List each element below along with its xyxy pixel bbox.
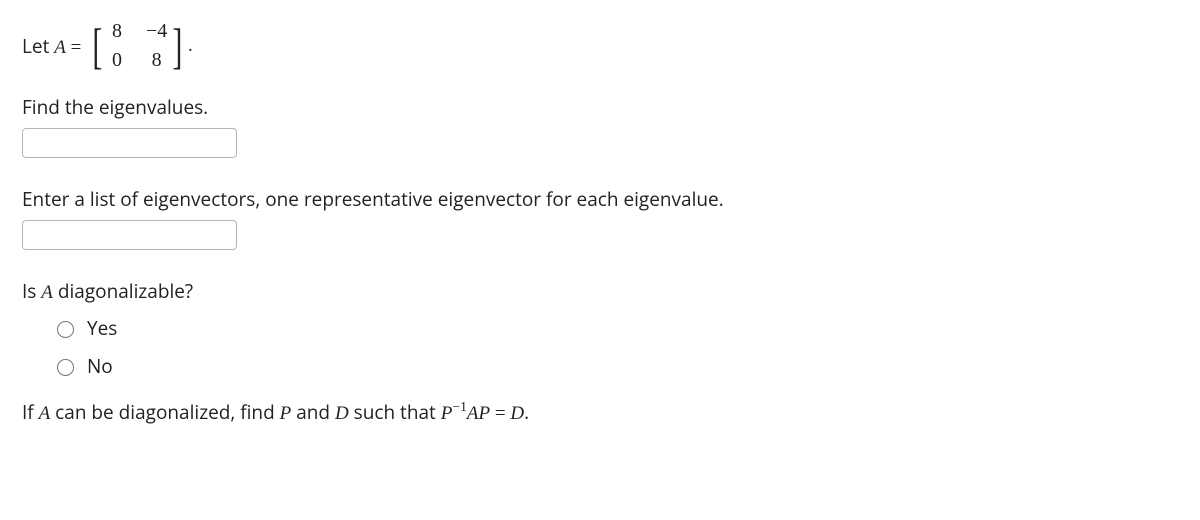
matrix-cell: −4 <box>146 20 167 43</box>
radio-no[interactable] <box>57 359 74 376</box>
matrix-cell: 8 <box>146 49 167 72</box>
eigenvectors-input[interactable] <box>22 220 237 250</box>
equals-sign: = <box>66 37 81 58</box>
radio-no-label[interactable]: No <box>87 353 113 379</box>
q5-P2: P <box>441 403 453 424</box>
period: . <box>188 35 193 57</box>
q5-t4: such that <box>349 399 441 425</box>
var-A: A <box>54 37 66 58</box>
q5-t2: can be diagonalized, find <box>50 399 279 425</box>
q5-t3: and <box>291 399 335 425</box>
matrix-cell: 8 <box>108 20 126 43</box>
eigenvalues-input[interactable] <box>22 128 237 158</box>
diag-prompt-pre: Is <box>22 278 41 304</box>
matrix-A: [ 8 −4 0 8 ] <box>89 18 186 74</box>
matrix-cell: 0 <box>108 49 126 72</box>
eigenvalues-question: Find the eigenvalues. <box>22 94 1178 158</box>
q5-eq: = <box>490 403 510 424</box>
bracket-left-icon: [ <box>93 24 103 68</box>
q5-D: D <box>335 403 349 424</box>
bracket-right-icon: ] <box>173 24 183 68</box>
eigenvalues-prompt: Find the eigenvalues. <box>22 94 1178 122</box>
matrix-definition: Let A = [ 8 −4 0 8 ] . <box>22 18 1178 74</box>
let-prefix: Let <box>22 33 54 59</box>
diag-prompt-var: A <box>41 282 53 303</box>
eigenvectors-prompt: Enter a list of eigenvectors, one repres… <box>22 186 1178 214</box>
q5-t1: If <box>22 399 39 425</box>
q5-t5: . <box>524 399 529 425</box>
eigenvectors-question: Enter a list of eigenvectors, one repres… <box>22 186 1178 250</box>
radio-yes[interactable] <box>57 321 74 338</box>
diag-prompt-post: diagonalizable? <box>53 278 193 304</box>
q5-inv: −1 <box>452 399 467 414</box>
q5-P: P <box>280 403 292 424</box>
q5-A2: A <box>467 403 479 424</box>
q5-P3: P <box>479 403 491 424</box>
find-p-d-question: If A can be diagonalized, find P and D s… <box>22 399 1178 428</box>
q5-D2: D <box>510 403 524 424</box>
radio-yes-label[interactable]: Yes <box>87 315 117 341</box>
diagonalizable-question: Is A diagonalizable? Yes No <box>22 278 1178 379</box>
diag-radio-group: Yes No <box>22 315 1178 379</box>
q5-A: A <box>39 403 51 424</box>
